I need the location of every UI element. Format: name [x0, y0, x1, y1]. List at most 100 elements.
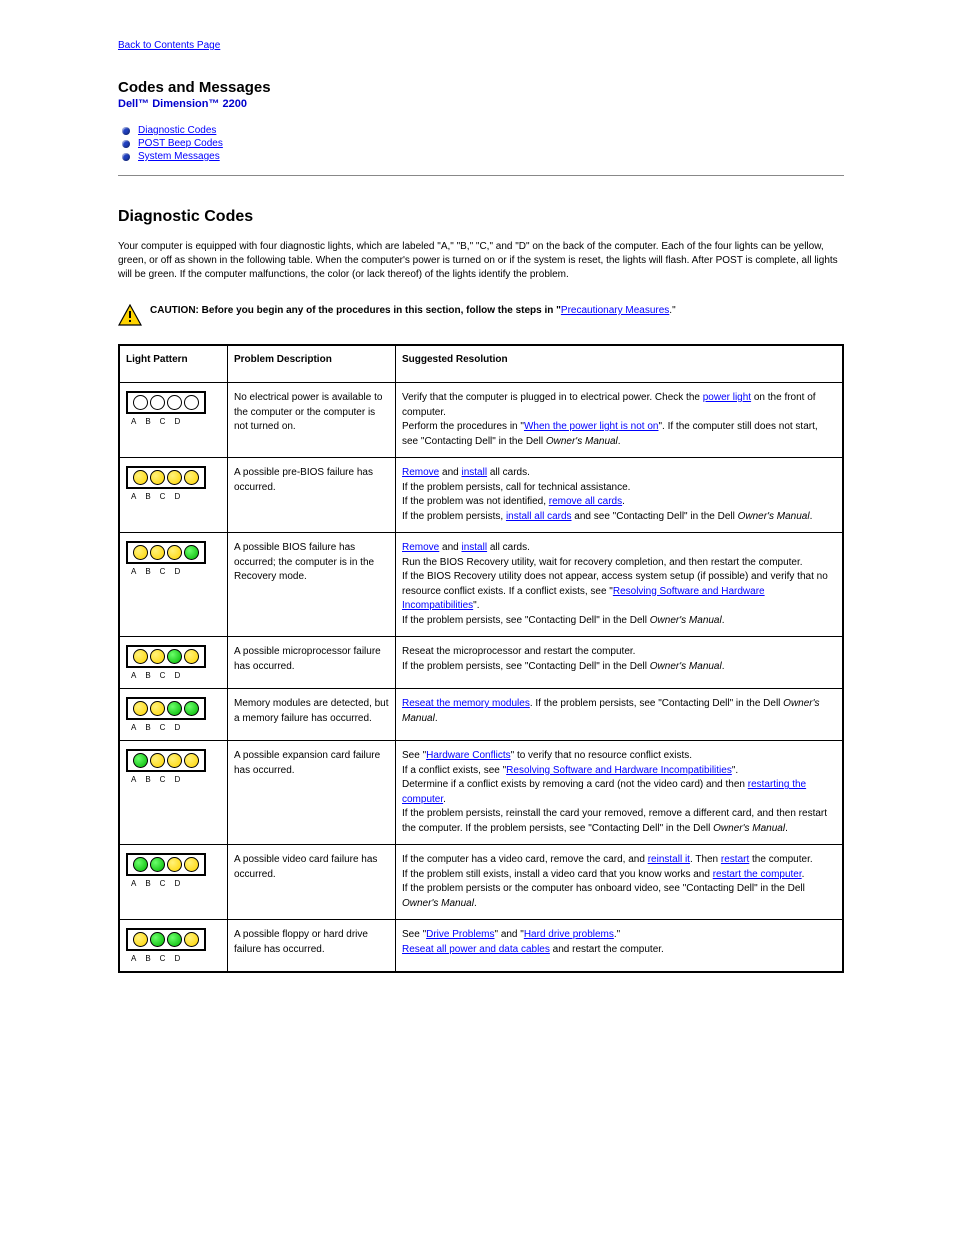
section-heading: Diagnostic Codes: [118, 208, 844, 226]
led-y: [150, 701, 165, 716]
bullet-icon: [122, 127, 130, 135]
inline-text: . If the problem persists, see "Contacti…: [530, 698, 783, 709]
problem-cell: A possible video card failure has occurr…: [228, 845, 396, 920]
table-row: ABCDA possible pre-BIOS failure has occu…: [119, 458, 843, 533]
led-y: [167, 470, 182, 485]
toc-item: Diagnostic Codes: [122, 124, 844, 137]
inline-text: .: [435, 713, 438, 724]
inline-text: If a conflict exists, see ": [402, 765, 506, 776]
divider: [118, 175, 844, 176]
inline-link[interactable]: install all cards: [506, 511, 572, 522]
led-g: [150, 932, 165, 947]
led-labels: ABCD: [126, 879, 221, 888]
inline-italic: Owner's Manual: [650, 615, 722, 626]
led-g: [184, 701, 199, 716]
bullet-icon: [122, 140, 130, 148]
toc-link[interactable]: Diagnostic Codes: [138, 125, 216, 136]
led-panel: [126, 466, 206, 489]
inline-text: all cards.: [487, 542, 530, 553]
table-row: ABCDA possible microprocessor failure ha…: [119, 637, 843, 689]
inline-link[interactable]: Reseat the memory modules: [402, 698, 530, 709]
inline-link[interactable]: Remove: [402, 467, 439, 478]
inline-text: Perform the procedures in ": [402, 421, 524, 432]
table-row: ABCDNo electrical power is available to …: [119, 383, 843, 458]
inline-text: .: [802, 869, 805, 880]
problem-cell: A possible expansion card failure has oc…: [228, 741, 396, 845]
led-labels: ABCD: [126, 671, 221, 680]
inline-text: If the computer has a video card, remove…: [402, 854, 648, 865]
inline-link[interactable]: Resolving Software and Hardware Incompat…: [506, 765, 732, 776]
inline-text: " to verify that no resource conflict ex…: [511, 750, 692, 761]
inline-text: all cards.: [487, 467, 530, 478]
led-y: [167, 857, 182, 872]
resolution-cell: Reseat the microprocessor and restart th…: [396, 637, 844, 689]
led-panel: [126, 749, 206, 772]
led-g: [133, 857, 148, 872]
inline-text: .: [474, 898, 477, 909]
inline-link[interactable]: Drive Problems: [426, 929, 494, 940]
inline-text: If the problem was not identified,: [402, 496, 549, 507]
resolution-cell: Verify that the computer is plugged in t…: [396, 383, 844, 458]
inline-text: .: [722, 661, 725, 672]
inline-text: Run the BIOS Recovery utility, wait for …: [402, 557, 803, 568]
inline-text: and: [439, 542, 461, 553]
led-y: [133, 470, 148, 485]
led-g: [167, 701, 182, 716]
led-y: [184, 857, 199, 872]
toc-link[interactable]: POST Beep Codes: [138, 138, 223, 149]
inline-link[interactable]: install: [462, 542, 488, 553]
inline-link[interactable]: Hard drive problems: [524, 929, 614, 940]
inline-text: Determine if a conflict exists by removi…: [402, 779, 748, 790]
led-y: [184, 753, 199, 768]
inline-link[interactable]: restart: [721, 854, 749, 865]
led-labels: ABCD: [126, 567, 221, 576]
table-row: ABCD A possible BIOS failure has occurred…: [119, 533, 843, 637]
inline-link[interactable]: Remove: [402, 542, 439, 553]
led-y: [150, 545, 165, 560]
caution-block: CAUTION: Before you begin any of the pro…: [118, 304, 844, 326]
inline-link[interactable]: power light: [703, 392, 751, 403]
caution-tail: .": [669, 305, 675, 316]
led-labels: ABCD: [126, 775, 221, 784]
led-g: [133, 753, 148, 768]
led-g: [184, 545, 199, 560]
toc-item: POST Beep Codes: [122, 137, 844, 150]
light-pattern-cell: ABCD: [119, 845, 228, 920]
led-g: [167, 932, 182, 947]
inline-text: If the problem persists or the computer …: [402, 883, 805, 894]
led-off: [167, 395, 182, 410]
inline-link[interactable]: Reseat all power and data cables: [402, 944, 550, 955]
page-title: Codes and Messages: [118, 79, 844, 96]
led-y: [150, 649, 165, 664]
inline-italic: Owner's Manual: [402, 898, 474, 909]
led-y: [150, 753, 165, 768]
led-labels: ABCD: [126, 417, 221, 426]
resolution-cell: See "Hardware Conflicts" to verify that …: [396, 741, 844, 845]
toc-list: Diagnostic Codes POST Beep Codes System Me…: [118, 124, 844, 163]
inline-link[interactable]: reinstall it: [648, 854, 690, 865]
led-off: [150, 395, 165, 410]
led-g: [167, 649, 182, 664]
led-y: [133, 701, 148, 716]
back-to-contents-link[interactable]: Back to Contents Page: [118, 40, 844, 51]
inline-link[interactable]: When the power light is not on: [524, 421, 659, 432]
toc-link[interactable]: System Messages: [138, 151, 220, 162]
inline-text: .: [722, 615, 725, 626]
inline-italic: Owner's Manual: [713, 823, 785, 834]
led-panel: [126, 697, 206, 720]
led-panel: [126, 391, 206, 414]
inline-text: If the problem persists, call for techni…: [402, 482, 630, 493]
inline-text: ".: [732, 765, 738, 776]
inline-link[interactable]: restart the computer: [713, 869, 802, 880]
inline-italic: Owner's Manual: [738, 511, 810, 522]
inline-text: .: [785, 823, 788, 834]
light-pattern-cell: ABCD: [119, 637, 228, 689]
inline-link[interactable]: remove all cards: [549, 496, 622, 507]
inline-link[interactable]: install: [462, 467, 488, 478]
problem-cell: A possible BIOS failure has occurred; th…: [228, 533, 396, 637]
led-y: [167, 753, 182, 768]
precautionary-measures-link[interactable]: Precautionary Measures: [561, 305, 669, 316]
inline-link[interactable]: Hardware Conflicts: [426, 750, 510, 761]
inline-text: See ": [402, 750, 426, 761]
resolution-cell: See "Drive Problems" and "Hard drive pro…: [396, 920, 844, 973]
